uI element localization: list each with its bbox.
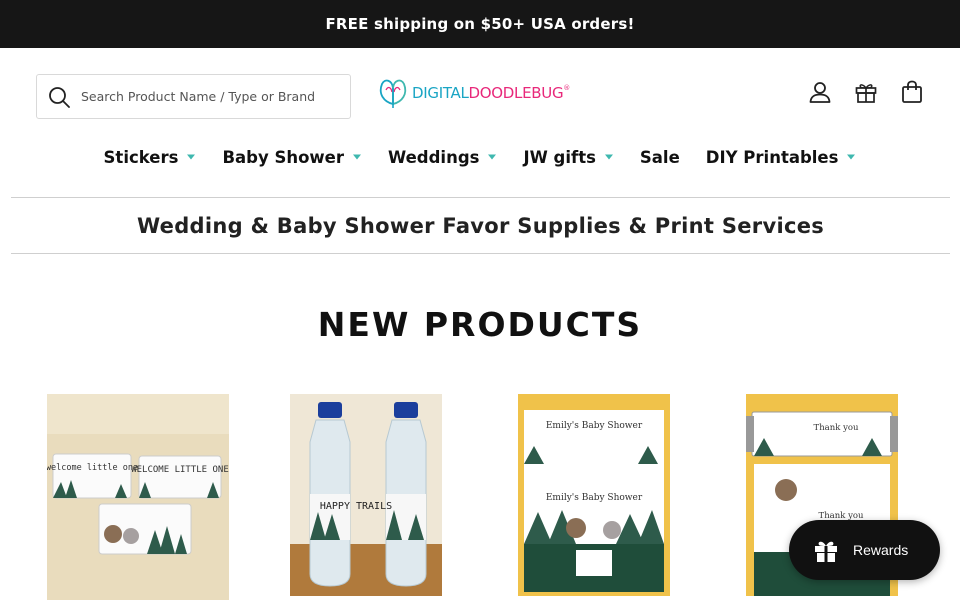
logo-wordmark: DIGITALDOODLEBUG® — [412, 84, 570, 102]
account-icon[interactable] — [808, 78, 832, 106]
chevron-down-icon — [353, 154, 361, 160]
main-nav: Stickers Baby Shower Weddings JW gifts S… — [0, 140, 960, 174]
tagline-banner: Wedding & Baby Shower Favor Supplies & P… — [136, 213, 825, 238]
nav-label: JW gifts — [523, 147, 596, 167]
nav-stickers[interactable]: Stickers — [104, 140, 197, 174]
butterfly-logo-icon — [379, 79, 407, 108]
site-logo[interactable]: DIGITALDOODLEBUG® — [376, 72, 586, 114]
chevron-down-icon — [847, 154, 856, 160]
chevron-down-icon — [604, 154, 613, 160]
product-card[interactable]: welcome little one WELCOME LITTLE ONE — [47, 394, 229, 600]
chevron-down-icon — [187, 154, 196, 160]
rewards-label: Rewards — [853, 542, 909, 558]
nav-baby-shower[interactable]: Baby Shower — [222, 140, 362, 174]
bag-title-text: Emily's Baby Shower — [546, 421, 643, 431]
wrapper-text: WELCOME LITTLE ONE — [131, 465, 229, 475]
wrapper-text: welcome little one — [47, 463, 138, 473]
nav-label: DIY Printables — [705, 147, 839, 167]
nav-diy-printables[interactable]: DIY Printables — [706, 140, 857, 174]
rewards-button[interactable]: Rewards — [789, 520, 940, 580]
nav-label: Weddings — [388, 147, 480, 167]
nav-sale[interactable]: Sale — [640, 140, 680, 174]
product-image: welcome little one WELCOME LITTLE ONE — [47, 394, 229, 600]
nav-label: Sale — [639, 147, 680, 167]
header-actions — [808, 78, 924, 106]
product-card[interactable]: Emily's Baby Shower Emily's Baby Shower — [518, 394, 670, 596]
nav-label: Baby Shower — [222, 147, 344, 167]
divider — [11, 253, 950, 254]
bottle-label-text: HAPPY TRAILS — [320, 501, 392, 512]
search-icon[interactable] — [37, 75, 81, 118]
gift-icon[interactable] — [854, 78, 878, 106]
product-image: HAPPY TRAILS — [290, 394, 442, 596]
cart-icon[interactable] — [900, 78, 924, 106]
announcement-bar: FREE shipping on $50+ USA orders! — [0, 0, 960, 48]
wrapper-text: Thank you — [814, 423, 859, 433]
bag-title-text: Emily's Baby Shower — [546, 493, 643, 503]
nav-weddings[interactable]: Weddings — [388, 140, 497, 174]
gift-icon — [815, 541, 837, 562]
chevron-down-icon — [488, 154, 497, 160]
product-card[interactable]: HAPPY TRAILS — [290, 394, 442, 596]
product-image: Emily's Baby Shower Emily's Baby Shower — [518, 394, 670, 596]
search-box[interactable] — [36, 74, 351, 119]
section-title: NEW PRODUCTS — [317, 305, 643, 344]
nav-jw-gifts[interactable]: JW gifts — [523, 140, 613, 174]
search-input[interactable] — [81, 89, 336, 104]
announcement-text: FREE shipping on $50+ USA orders! — [325, 15, 635, 33]
nav-label: Stickers — [103, 147, 179, 167]
